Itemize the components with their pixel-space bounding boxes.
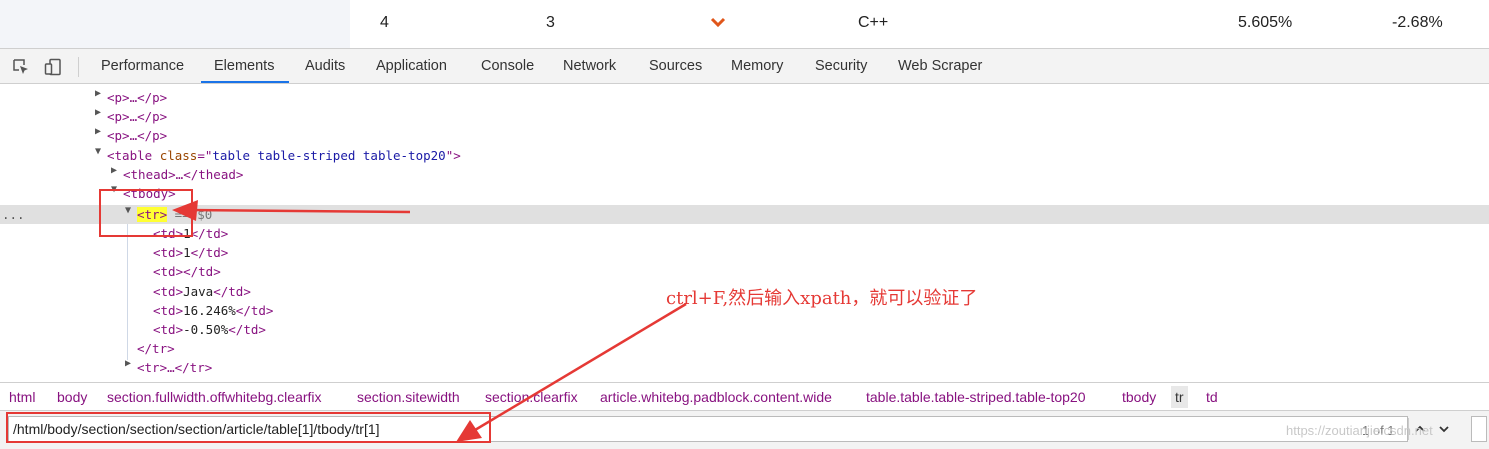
dom-node-td[interactable]: <td>-0.50%</td> xyxy=(153,320,266,339)
dom-node-td[interactable]: <td></td> xyxy=(153,262,221,281)
breadcrumb-item-tr[interactable]: tr xyxy=(1171,386,1188,408)
breadcrumb-item-table[interactable]: table.table.table-striped.table-top20 xyxy=(866,389,1085,405)
tab-elements[interactable]: Elements xyxy=(214,58,274,74)
prev-rank-cell: 3 xyxy=(546,14,555,31)
chevron-down-icon xyxy=(1439,426,1449,433)
tab-audits[interactable]: Audits xyxy=(305,58,345,74)
toolbar-divider xyxy=(78,57,79,77)
breadcrumb-item-html[interactable]: html xyxy=(9,389,35,405)
expand-triangle-icon[interactable]: ▶ xyxy=(125,358,131,369)
devtools-tabbar: Performance Elements Audits Application … xyxy=(0,48,1489,84)
tab-sources[interactable]: Sources xyxy=(649,58,702,74)
collapse-triangle-icon[interactable]: ▼ xyxy=(95,146,101,157)
breadcrumb-item-td[interactable]: td xyxy=(1206,389,1218,405)
device-toolbar-icon[interactable] xyxy=(44,58,62,76)
elements-dom-tree: ▶ <p>…</p> ▶ <p>…</p> ▶ <p>…</p> ▼ <tabl… xyxy=(0,84,1489,382)
cancel-search-button[interactable] xyxy=(1471,416,1487,442)
selected-node-row[interactable] xyxy=(0,205,1489,224)
tab-security[interactable]: Security xyxy=(815,58,867,74)
expand-triangle-icon[interactable]: ▶ xyxy=(111,165,117,176)
dom-node-td[interactable]: <td>16.246%</td> xyxy=(153,301,273,320)
node-actions-dots[interactable]: ... xyxy=(2,205,25,224)
breadcrumb-item-section-sitewidth[interactable]: section.sitewidth xyxy=(357,389,460,405)
tab-performance[interactable]: Performance xyxy=(101,58,184,74)
chevron-down-icon xyxy=(710,17,726,28)
page-left-gutter xyxy=(0,0,350,48)
watermark: https://zoutianjie.csdn.net xyxy=(1286,423,1433,438)
expand-triangle-icon[interactable]: ▶ xyxy=(95,107,101,118)
dom-node-tr[interactable]: <tr>…</tr> xyxy=(137,358,212,377)
dom-node-p[interactable]: <p>…</p> xyxy=(107,107,167,126)
tab-console[interactable]: Console xyxy=(481,58,534,74)
rating-cell: 5.605% xyxy=(1238,14,1293,31)
breadcrumb-item-tbody[interactable]: tbody xyxy=(1122,389,1156,405)
next-match-button[interactable] xyxy=(1433,418,1455,440)
breadcrumb: html body section.fullwidth.offwhitebg.c… xyxy=(0,382,1489,410)
dom-node-td[interactable]: <td>1</td> xyxy=(153,243,228,262)
tab-web-scraper[interactable]: Web Scraper xyxy=(898,58,982,74)
expand-triangle-icon[interactable]: ▶ xyxy=(95,126,101,137)
dom-node-tr-close[interactable]: </tr> xyxy=(137,339,175,358)
breadcrumb-item-body[interactable]: body xyxy=(57,389,87,405)
tab-network[interactable]: Network xyxy=(563,58,616,74)
dom-node-p[interactable]: <p>…</p> xyxy=(107,88,167,107)
tab-application[interactable]: Application xyxy=(376,58,447,74)
annotation-highlight-box xyxy=(6,412,491,443)
language-cell: C++ xyxy=(858,14,889,31)
expand-triangle-icon[interactable]: ▶ xyxy=(95,88,101,99)
dom-node-p[interactable]: <p>…</p> xyxy=(107,126,167,145)
tab-memory[interactable]: Memory xyxy=(731,58,783,74)
breadcrumb-item-article[interactable]: article.whitebg.padblock.content.wide xyxy=(600,389,832,405)
dom-node-thead[interactable]: <thead>…</thead> xyxy=(123,165,243,184)
page-content: 4 3 C++ 5.605% -2.68% xyxy=(0,0,1489,49)
annotation-highlight-box xyxy=(99,189,193,237)
inspect-element-icon[interactable] xyxy=(12,58,30,76)
breadcrumb-item-section-clearfix[interactable]: section.clearfix xyxy=(485,389,578,405)
tree-guide-line xyxy=(127,224,128,360)
table-row: 4 3 C++ 5.605% -2.68% xyxy=(350,0,1489,49)
breadcrumb-item-section-fullwidth[interactable]: section.fullwidth.offwhitebg.clearfix xyxy=(107,389,322,405)
annotation-text: ctrl+F,然后输入xpath，就可以验证了 xyxy=(666,288,978,309)
rank-cell: 4 xyxy=(380,14,389,31)
active-tab-indicator xyxy=(201,81,289,83)
dom-node-table[interactable]: <table class="table table-striped table-… xyxy=(107,146,461,165)
dom-node-td[interactable]: <td>Java</td> xyxy=(153,282,251,301)
change-cell: -2.68% xyxy=(1392,14,1443,31)
